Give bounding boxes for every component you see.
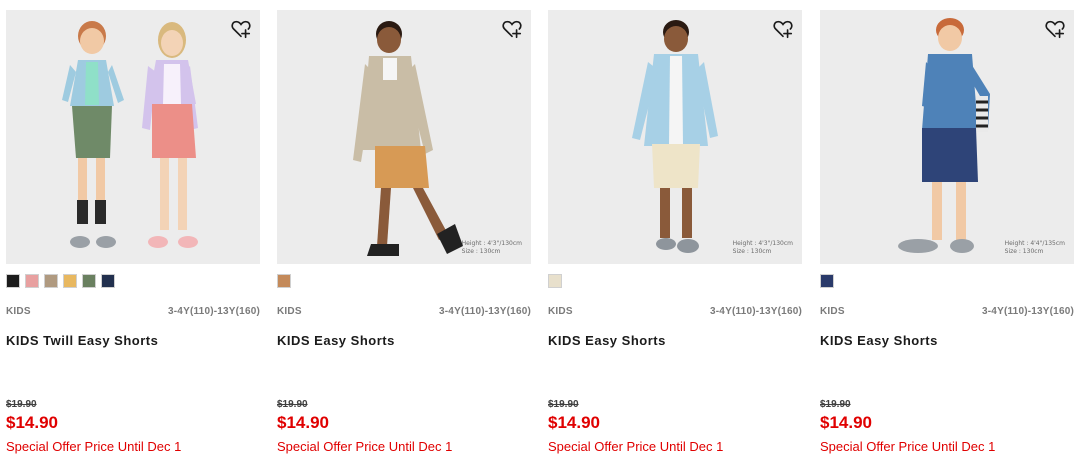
product-photo-boy-walking — [353, 21, 463, 256]
color-swatches — [277, 274, 291, 288]
product-grid: KIDS 3-4Y(110)-13Y(160) KIDS Twill Easy … — [0, 0, 1080, 472]
product-category: KIDS — [277, 306, 302, 317]
model-size-note: Height : 4'3"/130cm Size : 130cm — [733, 240, 793, 256]
promo-text: Special Offer Price Until Dec 1 — [6, 439, 182, 454]
product-image[interactable]: Height : 4'3"/130cm Size : 130cm — [548, 10, 802, 264]
model-size-note: Height : 4'4"/135cm Size : 130cm — [1005, 240, 1065, 256]
model-size-note: Height : 4'3"/130cm Size : 130cm — [462, 240, 522, 256]
color-swatches — [820, 274, 834, 288]
promo-text: Special Offer Price Until Dec 1 — [820, 439, 996, 454]
heart-plus-icon[interactable] — [230, 18, 252, 40]
heart-plus-icon[interactable] — [1044, 18, 1066, 40]
sale-price: $14.90 — [548, 413, 600, 432]
color-swatch[interactable] — [6, 274, 20, 288]
heart-plus-icon[interactable] — [501, 18, 523, 40]
product-size-range: 3-4Y(110)-13Y(160) — [168, 306, 260, 317]
product-image[interactable]: Height : 4'4"/135cm Size : 130cm — [820, 10, 1074, 264]
product-card[interactable]: Height : 4'3"/130cm Size : 130cm KIDS 3-… — [277, 10, 531, 472]
product-meta: KIDS 3-4Y(110)-13Y(160) — [548, 306, 802, 317]
product-name[interactable]: KIDS Easy Shorts — [548, 333, 666, 348]
product-name[interactable]: KIDS Easy Shorts — [820, 333, 938, 348]
color-swatch[interactable] — [101, 274, 115, 288]
color-swatch[interactable] — [25, 274, 39, 288]
model-height: Height : 4'3"/130cm — [461, 240, 522, 247]
original-price: $19.90 — [6, 399, 37, 410]
product-card[interactable]: Height : 4'3"/130cm Size : 130cm KIDS 3-… — [548, 10, 802, 472]
model-size: Size : 130cm — [461, 248, 501, 255]
color-swatch[interactable] — [277, 274, 291, 288]
product-meta: KIDS 3-4Y(110)-13Y(160) — [820, 306, 1074, 317]
product-name[interactable]: KIDS Easy Shorts — [277, 333, 395, 348]
product-category: KIDS — [6, 306, 31, 317]
product-name[interactable]: KIDS Twill Easy Shorts — [6, 333, 158, 348]
model-size: Size : 130cm — [732, 248, 772, 255]
product-meta: KIDS 3-4Y(110)-13Y(160) — [277, 306, 531, 317]
color-swatch[interactable] — [44, 274, 58, 288]
product-image[interactable]: Height : 4'3"/130cm Size : 130cm — [277, 10, 531, 264]
product-photo-boy-posing — [898, 18, 990, 253]
product-card[interactable]: Height : 4'4"/135cm Size : 130cm KIDS 3-… — [820, 10, 1074, 472]
product-image[interactable] — [6, 10, 260, 264]
color-swatch[interactable] — [820, 274, 834, 288]
color-swatch[interactable] — [63, 274, 77, 288]
original-price: $19.90 — [820, 399, 851, 410]
product-category: KIDS — [548, 306, 573, 317]
promo-text: Special Offer Price Until Dec 1 — [548, 439, 724, 454]
original-price: $19.90 — [548, 399, 579, 410]
product-meta: KIDS 3-4Y(110)-13Y(160) — [6, 306, 260, 317]
color-swatches — [548, 274, 562, 288]
color-swatch[interactable] — [548, 274, 562, 288]
product-photo-kids-pair — [62, 21, 198, 248]
sale-price: $14.90 — [6, 413, 58, 432]
product-size-range: 3-4Y(110)-13Y(160) — [710, 306, 802, 317]
product-category: KIDS — [820, 306, 845, 317]
model-height: Height : 4'3"/130cm — [732, 240, 793, 247]
product-size-range: 3-4Y(110)-13Y(160) — [439, 306, 531, 317]
color-swatches — [6, 274, 115, 288]
original-price: $19.90 — [277, 399, 308, 410]
product-size-range: 3-4Y(110)-13Y(160) — [982, 306, 1074, 317]
color-swatch[interactable] — [82, 274, 96, 288]
heart-plus-icon[interactable] — [772, 18, 794, 40]
sale-price: $14.90 — [820, 413, 872, 432]
product-card[interactable]: KIDS 3-4Y(110)-13Y(160) KIDS Twill Easy … — [6, 10, 260, 472]
sale-price: $14.90 — [277, 413, 329, 432]
product-photo-boy-standing — [632, 20, 718, 253]
promo-text: Special Offer Price Until Dec 1 — [277, 439, 453, 454]
model-size: Size : 130cm — [1004, 248, 1044, 255]
model-height: Height : 4'4"/135cm — [1004, 240, 1065, 247]
